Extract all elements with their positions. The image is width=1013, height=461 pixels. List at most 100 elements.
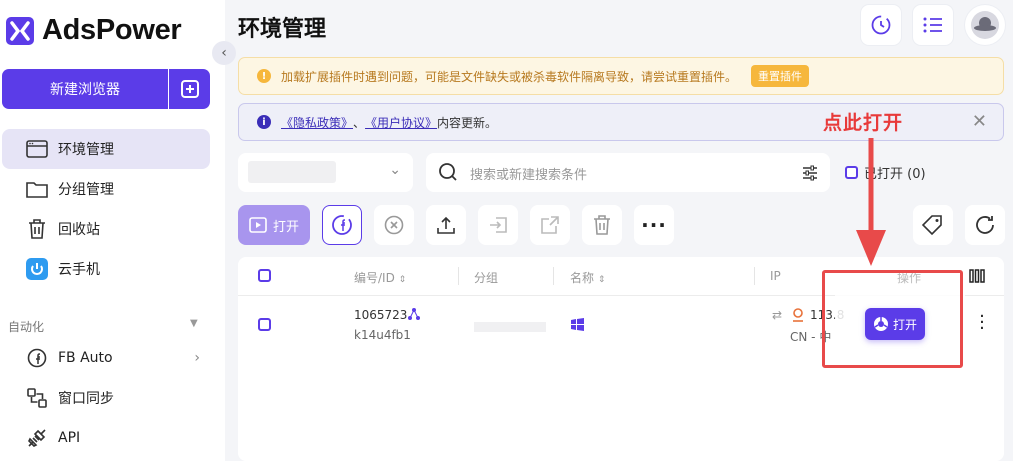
chevron-right-icon: › — [194, 350, 200, 366]
sidebar-item-trash[interactable]: 回收站 — [2, 209, 210, 249]
proxy-swap-icon: ⇄ — [772, 308, 783, 322]
info-suffix-text: 内容更新。 — [437, 115, 498, 130]
facebook-sync-icon — [332, 215, 352, 235]
sidebar-item-cloud-phone[interactable]: 云手机 — [2, 249, 210, 289]
annotation-arrow-icon — [856, 138, 886, 266]
column-header-ip: IP — [770, 269, 781, 283]
sidebar-item-label: 环境管理 — [58, 142, 114, 158]
more-horizontal-icon: ··· — [641, 213, 667, 237]
tag-icon — [922, 215, 942, 236]
trash-icon — [24, 216, 50, 242]
warning-text: 加载扩展插件时遇到问题，可能是文件缺失或被杀毒软件隔离导致，请尝试重置插件。 — [281, 69, 738, 84]
share-button[interactable] — [530, 205, 570, 245]
avatar[interactable] — [965, 5, 1005, 45]
sidebar-item-api[interactable]: API — [2, 418, 210, 458]
annotation-text: 点此打开 — [823, 112, 904, 134]
sidebar-item-window-sync[interactable]: 窗口同步 — [2, 378, 210, 418]
sidebar-item-groups[interactable]: 分组管理 — [2, 169, 210, 209]
section-collapse-icon[interactable]: ▼ — [190, 318, 198, 329]
search-box[interactable]: 搜索或新建搜索条件 — [426, 153, 830, 192]
browser-window-icon — [24, 136, 50, 162]
column-divider — [754, 267, 755, 285]
windows-icon — [571, 318, 584, 331]
app-name: AdsPower — [42, 14, 182, 46]
sync-button[interactable] — [861, 5, 901, 45]
row-checkbox[interactable] — [258, 318, 271, 331]
group-filter-select[interactable]: ⌄ — [238, 153, 413, 192]
close-circle-icon — [384, 215, 404, 235]
sidebar: AdsPower 新建浏览器 环境管理 分组管理 回收站 云手机 自动化 ▼ F… — [0, 0, 225, 461]
fb-auto-tool-button[interactable] — [322, 205, 362, 245]
close-browser-button[interactable] — [374, 205, 414, 245]
refresh-icon — [976, 216, 994, 234]
add-profile-button[interactable] — [169, 69, 210, 109]
close-icon[interactable]: ✕ — [972, 111, 987, 132]
location-pin-icon — [793, 308, 803, 322]
automation-section-label: 自动化 — [8, 320, 45, 334]
new-browser-button[interactable]: 新建浏览器 — [2, 69, 168, 109]
open-selected-button[interactable]: 打开 — [238, 205, 310, 245]
sidebar-item-label: API — [58, 430, 81, 446]
profile-number: 1065723 — [354, 308, 408, 322]
column-header-group: 分组 — [474, 271, 499, 285]
user-avatar-icon — [971, 11, 999, 39]
column-divider — [553, 267, 554, 285]
select-all-checkbox[interactable] — [258, 269, 271, 282]
move-group-button[interactable] — [478, 205, 518, 245]
app-window: AdsPower 新建浏览器 环境管理 分组管理 回收站 云手机 自动化 ▼ F… — [0, 0, 1013, 461]
chevron-left-icon: ‹ — [221, 45, 227, 61]
main-content: 环境管理 ! 加载扩展插件时遇到问题，可能是文件缺失或被杀毒软件隔离导致，请尝试… — [225, 0, 1013, 461]
privacy-policy-link[interactable]: 《隐私政策》 — [281, 114, 353, 131]
chevron-down-icon: ⌄ — [389, 162, 401, 178]
logo: AdsPower — [6, 14, 182, 47]
sidebar-item-label: 窗口同步 — [58, 391, 114, 407]
sidebar-item-label: FB Auto — [58, 350, 113, 366]
reset-extensions-button[interactable]: 重置插件 — [751, 65, 810, 87]
api-plug-icon — [24, 425, 50, 451]
delete-button[interactable] — [582, 205, 622, 245]
page-title: 环境管理 — [238, 17, 327, 42]
row-more-icon[interactable]: · · · — [978, 308, 986, 338]
refresh-button[interactable] — [965, 205, 1005, 245]
folder-icon — [24, 176, 50, 202]
open-label: 打开 — [272, 219, 299, 235]
column-header-id[interactable]: 编号/ID ⇕ — [354, 269, 406, 286]
separator-text: 、 — [353, 115, 366, 130]
filter-settings-icon[interactable] — [802, 165, 818, 181]
tag-button[interactable] — [913, 205, 953, 245]
more-actions-button[interactable]: ··· — [634, 205, 674, 245]
sidebar-item-fb-auto[interactable]: FB Auto › — [2, 338, 210, 378]
sidebar-item-label: 分组管理 — [58, 182, 114, 198]
share-icon — [541, 216, 559, 234]
user-agreement-link[interactable]: 《用户协议》 — [365, 114, 437, 131]
task-list-button[interactable] — [913, 5, 953, 45]
list-icon — [923, 17, 942, 33]
sidebar-item-profiles[interactable]: 环境管理 — [2, 129, 210, 169]
extension-warning-banner: ! 加载扩展插件时遇到问题，可能是文件缺失或被杀毒软件隔离导致，请尝试重置插件。… — [238, 57, 1004, 95]
facebook-circle-icon — [24, 345, 50, 371]
trash-icon — [594, 215, 610, 235]
share-nodes-icon — [408, 308, 420, 320]
redacted-placeholder — [248, 161, 336, 183]
sort-icon: ⇕ — [597, 275, 606, 285]
window-sync-icon — [24, 385, 50, 411]
upload-button[interactable] — [426, 205, 466, 245]
move-in-icon — [490, 217, 507, 233]
add-square-icon — [180, 80, 199, 98]
warning-icon: ! — [257, 69, 271, 83]
sort-icon: ⇕ — [398, 275, 407, 285]
annotation-highlight-box — [822, 270, 963, 368]
info-icon: i — [257, 115, 271, 129]
profile-id: k14u4fb1 — [354, 328, 411, 342]
sidebar-item-label: 回收站 — [58, 222, 100, 238]
redacted-group — [474, 322, 546, 332]
collapse-sidebar-button[interactable]: ‹ — [212, 41, 236, 65]
search-icon — [439, 163, 457, 181]
column-settings-icon[interactable] — [969, 269, 985, 283]
sync-icon — [871, 15, 891, 35]
play-window-icon — [249, 217, 267, 233]
column-header-name[interactable]: 名称 ⇕ — [570, 269, 605, 286]
cloud-phone-icon — [24, 256, 50, 282]
adspower-logo-icon — [6, 16, 34, 45]
sidebar-item-label: 云手机 — [58, 262, 100, 278]
